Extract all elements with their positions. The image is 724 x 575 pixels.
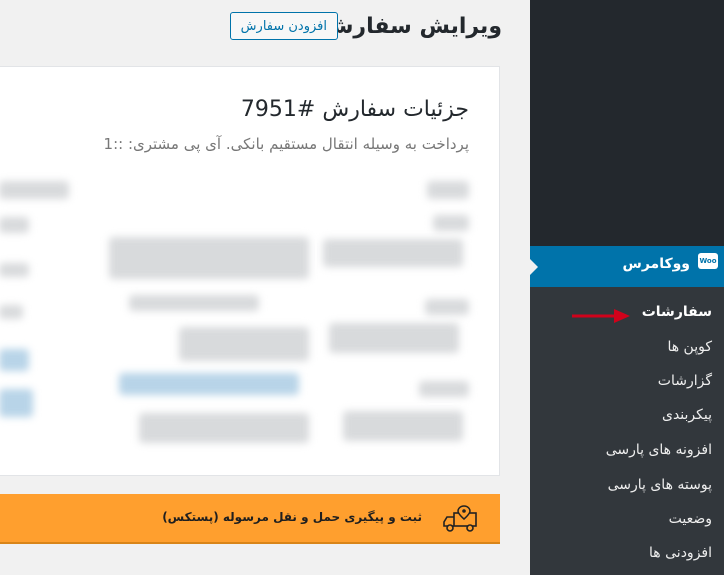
shipping-banner-label: ثبت و پیگیری حمل و نقل مرسوله (پستکس)	[162, 510, 422, 524]
blurred-field	[0, 263, 29, 277]
blurred-link	[119, 373, 299, 395]
admin-screen: Woo ووکامرس سفارشات کوپن ها گزارشات پیکر…	[0, 0, 724, 575]
submenu-item-extensions[interactable]: افزودنی ها	[649, 545, 712, 561]
woocommerce-logo-icon: Woo	[698, 253, 718, 269]
order-heading: جزئیات سفارش #7951	[240, 97, 469, 122]
submenu-item-settings[interactable]: پیکربندی	[662, 407, 712, 423]
submenu-item-orders[interactable]: سفارشات	[642, 304, 712, 320]
blurred-field	[139, 413, 309, 443]
submenu-item-status[interactable]: وضعیت	[669, 511, 712, 527]
blurred-field	[0, 181, 69, 199]
blurred-field	[419, 381, 469, 397]
order-details-panel: جزئیات سفارش #7951 پرداخت به وسیله انتقا…	[0, 66, 500, 476]
blurred-field	[109, 237, 309, 279]
blurred-field	[433, 215, 469, 231]
blurred-field	[329, 323, 459, 353]
add-order-button[interactable]: افزودن سفارش	[229, 12, 338, 40]
menu-woocommerce[interactable]: Woo ووکامرس	[529, 246, 724, 287]
blurred-field	[129, 295, 259, 311]
blurred-link	[0, 349, 29, 371]
delivery-truck-icon	[443, 505, 477, 532]
order-payment-meta: پرداخت به وسیله انتقال مستقیم بانکی. آی …	[103, 135, 469, 153]
blurred-link	[0, 389, 33, 417]
blurred-field	[0, 217, 29, 233]
submenu-item-reports[interactable]: گزارشات	[658, 373, 712, 389]
blurred-field	[343, 411, 463, 441]
submenu-item-persian-plugins[interactable]: افزونه های پارسی	[606, 442, 712, 458]
current-menu-pointer	[529, 258, 538, 276]
red-arrow-icon	[572, 309, 630, 323]
page-title: ویرایش سفارش	[323, 14, 502, 39]
woocommerce-submenu	[530, 287, 724, 575]
blurred-field	[425, 299, 469, 315]
blurred-field	[179, 327, 309, 361]
submenu-item-coupons[interactable]: کوپن ها	[667, 339, 712, 355]
blurred-field	[0, 305, 23, 319]
blurred-field	[427, 181, 469, 199]
menu-woocommerce-label: ووکامرس	[622, 256, 691, 272]
redacted-order-fields	[0, 177, 499, 467]
blurred-field	[323, 239, 463, 267]
shipping-tracking-banner[interactable]: ثبت و پیگیری حمل و نقل مرسوله (پستکس)	[0, 494, 500, 544]
submenu-item-persian-themes[interactable]: پوسته های پارسی	[608, 477, 712, 493]
